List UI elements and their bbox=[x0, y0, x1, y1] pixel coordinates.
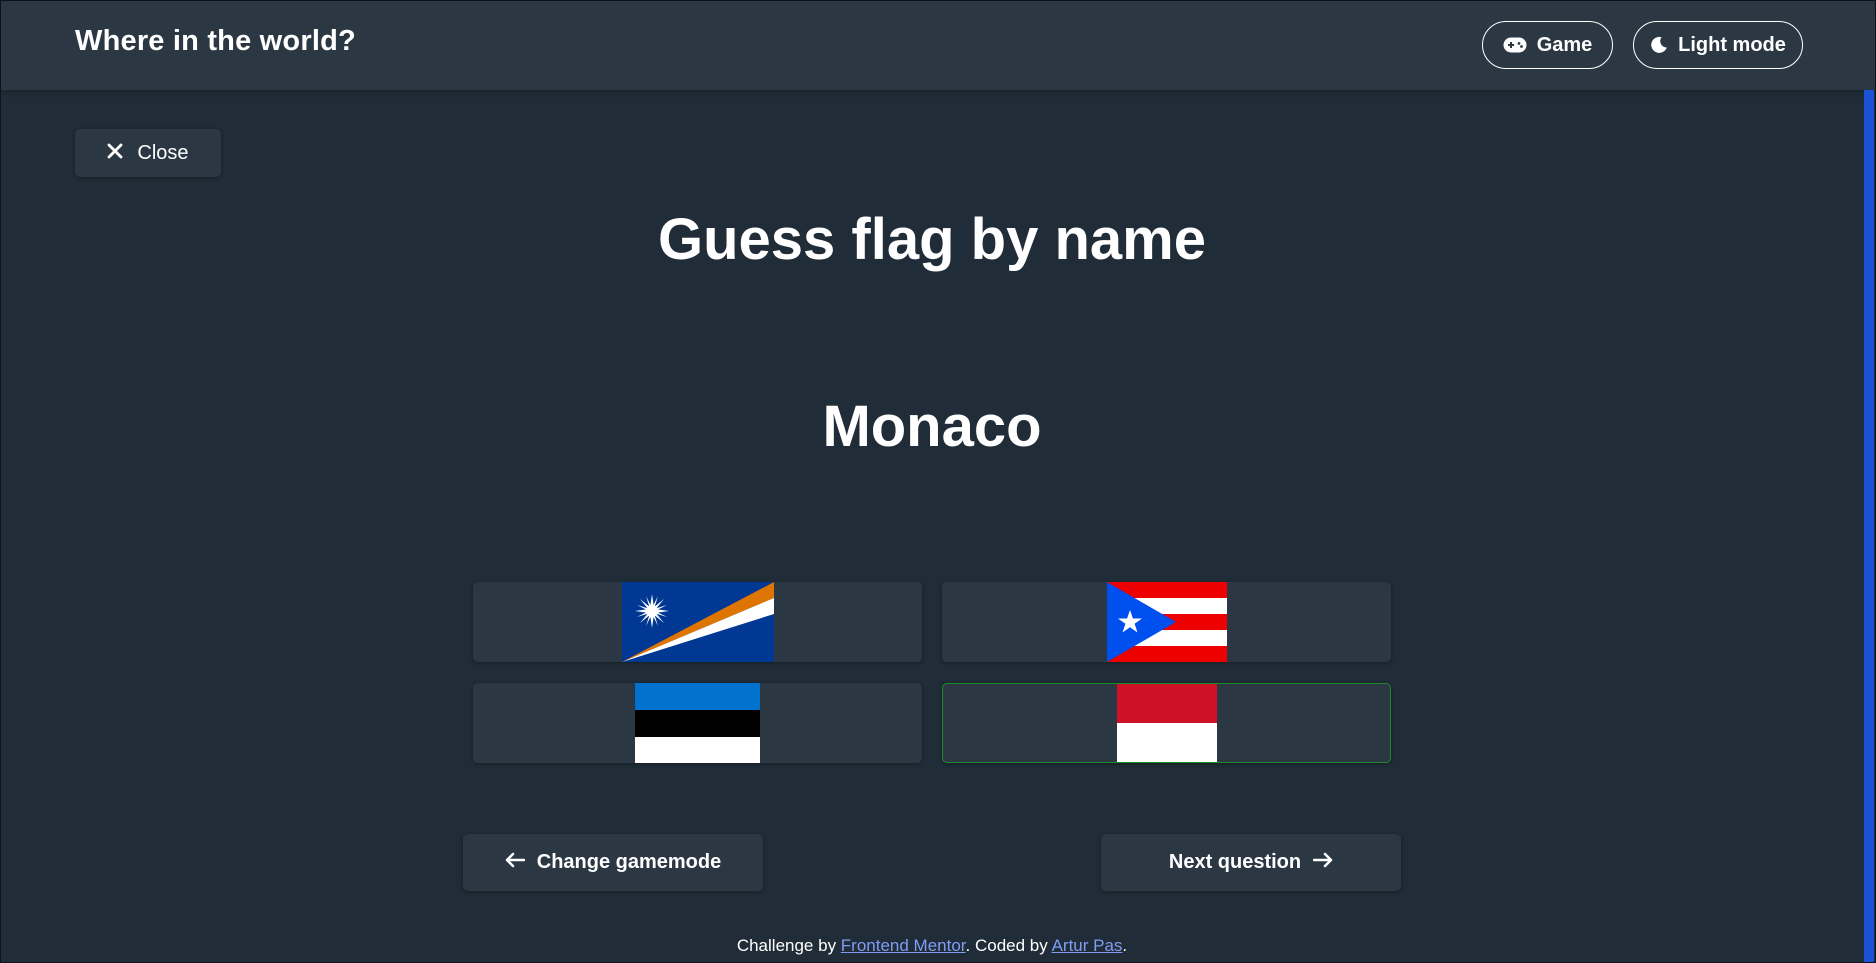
author-link[interactable]: Artur Pas bbox=[1052, 936, 1123, 955]
monaco-flag bbox=[1116, 684, 1217, 762]
close-icon bbox=[107, 142, 123, 165]
change-gamemode-button[interactable]: Change gamemode bbox=[463, 834, 763, 891]
app-title: Where in the world? bbox=[75, 25, 356, 57]
arrow-left-icon bbox=[505, 851, 525, 874]
footer-suffix: . bbox=[1122, 936, 1128, 955]
game-button-label: Game bbox=[1536, 33, 1593, 56]
marshall-islands-flag bbox=[621, 582, 774, 662]
theme-toggle-button[interactable]: Light mode bbox=[1633, 21, 1803, 69]
change-gamemode-label: Change gamemode bbox=[536, 851, 722, 873]
flag-option-puerto-rico[interactable] bbox=[942, 582, 1391, 662]
theme-toggle-label: Light mode bbox=[1678, 33, 1786, 56]
flag-option-monaco[interactable] bbox=[942, 683, 1391, 763]
flag-option-estonia[interactable] bbox=[473, 683, 922, 763]
scrollbar[interactable] bbox=[1864, 90, 1874, 962]
close-button-label: Close bbox=[137, 141, 189, 164]
footer-middle: . Coded by bbox=[965, 936, 1052, 955]
footer-prefix: Challenge by bbox=[736, 936, 841, 955]
next-question-label: Next question bbox=[1168, 851, 1302, 873]
next-question-button[interactable]: Next question bbox=[1101, 834, 1401, 891]
frontend-mentor-link[interactable]: Frontend Mentor bbox=[841, 936, 966, 955]
attribution-footer: Challenge by Frontend Mentor. Coded by A… bbox=[1, 936, 1863, 956]
close-button[interactable]: Close bbox=[75, 129, 221, 177]
app-window: Where in the world? Game Light mode Clos… bbox=[0, 0, 1876, 963]
gamepad-icon bbox=[1503, 37, 1527, 53]
moon-icon bbox=[1650, 36, 1668, 54]
arrow-right-icon bbox=[1312, 851, 1333, 874]
game-button[interactable]: Game bbox=[1482, 21, 1613, 69]
quiz-title: Guess flag by name bbox=[658, 207, 1206, 272]
flag-option-marshall-islands[interactable] bbox=[473, 582, 922, 662]
top-bar: Where in the world? Game Light mode bbox=[1, 1, 1875, 90]
estonia-flag bbox=[635, 683, 760, 763]
puerto-rico-flag bbox=[1106, 582, 1227, 662]
country-name: Monaco bbox=[822, 394, 1042, 459]
